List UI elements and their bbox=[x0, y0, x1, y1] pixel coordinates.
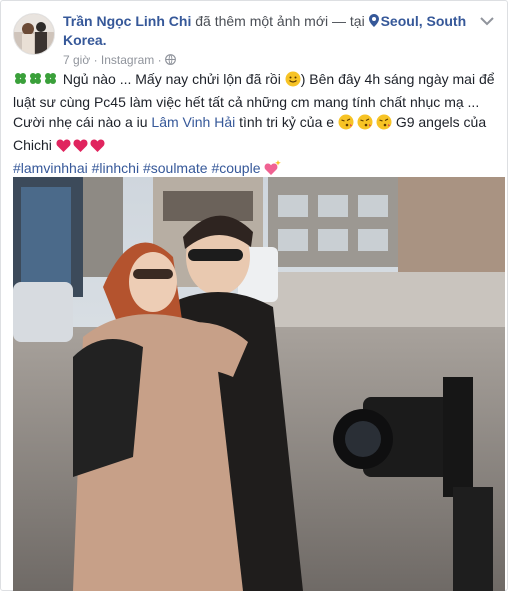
post-text-part-1: Ngủ nào ... Mấy nay chửi lộn đã rồi bbox=[59, 71, 285, 87]
heart-emoji bbox=[56, 138, 106, 158]
hashtags[interactable]: #lamvinhhai #linhchi #soulmate #couple bbox=[13, 160, 261, 176]
post-source[interactable]: Instagram bbox=[101, 53, 154, 67]
post-photo[interactable] bbox=[13, 177, 505, 591]
profile-avatar[interactable] bbox=[13, 13, 55, 55]
post-time[interactable]: 7 giờ bbox=[63, 53, 90, 67]
post-meta: 7 giờ · Instagram · bbox=[63, 53, 176, 67]
smile-emoji bbox=[285, 71, 301, 92]
author-name[interactable]: Trần Ngọc Linh Chi bbox=[63, 13, 191, 29]
post-text-part-3: tình tri kỷ của e bbox=[235, 114, 338, 130]
post-author-line: Trần Ngọc Linh Chi đã thêm một ảnh mới —… bbox=[63, 12, 473, 50]
post-card: Trần Ngọc Linh Chi đã thêm một ảnh mới —… bbox=[0, 0, 508, 591]
tagged-user-link[interactable]: Lâm Vinh Hải bbox=[151, 114, 235, 130]
post-header: Trần Ngọc Linh Chi đã thêm một ảnh mới —… bbox=[13, 11, 497, 67]
globe-icon[interactable] bbox=[165, 54, 176, 65]
meta-separator-2: · bbox=[157, 53, 162, 67]
post-action: đã thêm một ảnh mới — tại bbox=[191, 13, 369, 29]
post-text: Ngủ nào ... Mấy nay chửi lộn đã rồi ) Bê… bbox=[13, 69, 497, 181]
map-pin-icon bbox=[368, 14, 379, 27]
post-paragraph: Ngủ nào ... Mấy nay chửi lộn đã rồi ) Bê… bbox=[13, 69, 497, 158]
chevron-down-icon[interactable] bbox=[477, 13, 497, 29]
clover-emoji bbox=[13, 71, 59, 92]
meta-separator: · bbox=[93, 53, 98, 67]
kiss-emoji bbox=[338, 114, 392, 135]
